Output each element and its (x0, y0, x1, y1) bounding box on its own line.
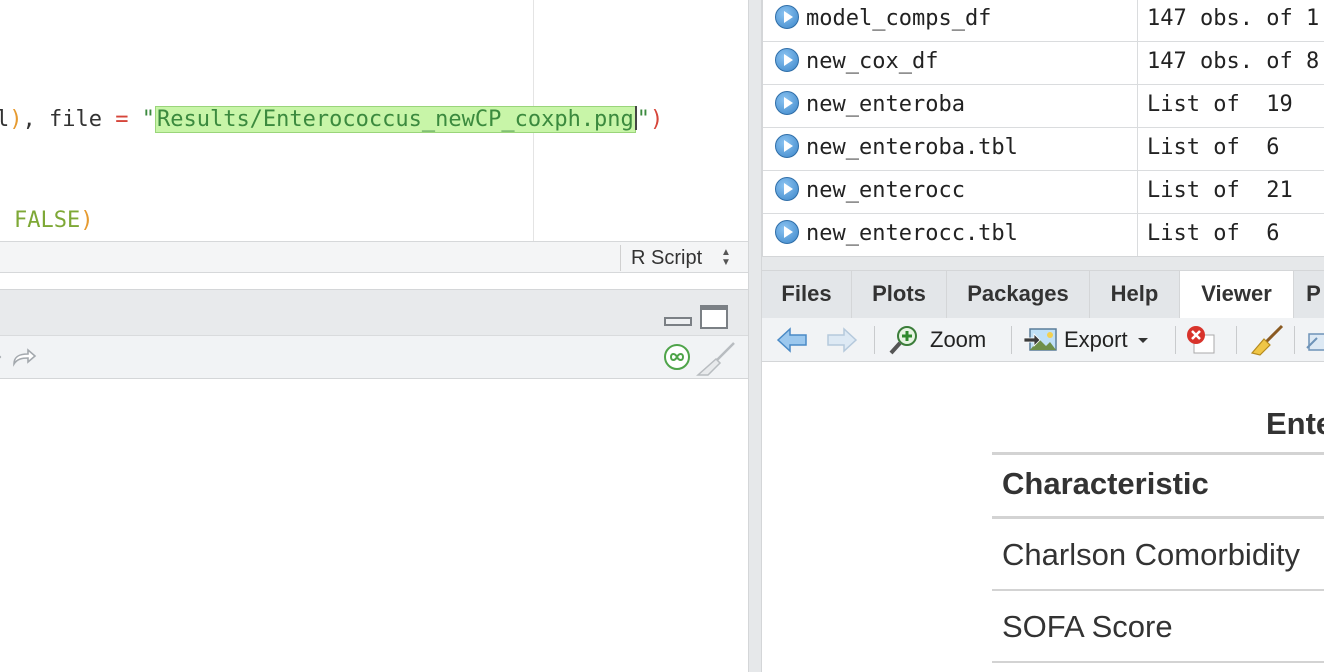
paren: ) (9, 107, 23, 132)
expand-play-icon[interactable] (775, 177, 799, 201)
keyword-false: FALSE (14, 208, 81, 233)
viewer-content[interactable]: Ente Characteristic Charlson Comorbidity… (763, 363, 1324, 672)
right-arrow-icon (827, 327, 858, 353)
quote-close: " (636, 107, 651, 132)
toolbar-separator (1294, 326, 1295, 354)
back-arrow-icon[interactable] (0, 346, 10, 368)
env-row[interactable]: new_enterocc List of 21 (763, 171, 1324, 214)
env-row[interactable]: model_comps_df 147 obs. of 1 (763, 0, 1324, 42)
env-variable-value: 147 obs. of 8 (1147, 49, 1320, 74)
pane-tab-bar: Files Plots Packages Help Viewer P (762, 270, 1324, 320)
env-variable-value: List of 6 (1147, 135, 1280, 160)
tab-packages[interactable]: Packages (947, 271, 1090, 319)
expand-play-icon[interactable] (775, 220, 799, 244)
source-editor[interactable]: l), file = "Results/Enterococcus_newCP_c… (0, 0, 748, 242)
expand-play-icon[interactable] (775, 134, 799, 158)
env-variable-value: List of 19 (1147, 92, 1293, 117)
left-arrow-icon (776, 327, 807, 353)
viewer-toolbar: Zoom Export (762, 318, 1324, 362)
export-label: Export (1064, 327, 1128, 352)
remove-x-icon (1187, 326, 1215, 354)
broom-icon (1250, 324, 1284, 356)
table-row-label: SOFA Score (1002, 609, 1173, 644)
code-token: l (0, 107, 10, 132)
environment-pane: model_comps_df 147 obs. of 1 new_cox_df … (762, 0, 1324, 257)
infinity-icon[interactable] (663, 343, 691, 371)
table-top-rule (992, 452, 1324, 455)
env-row[interactable]: new_enterocc.tbl List of 6 (763, 214, 1324, 257)
pane-splitter[interactable] (748, 0, 762, 672)
zoom-magnifier-icon (889, 326, 917, 355)
row-rule (992, 661, 1324, 663)
env-row[interactable]: new_enteroba List of 19 (763, 85, 1324, 128)
maximize-pane-icon[interactable] (700, 305, 728, 329)
column-header-characteristic: Characteristic (1002, 466, 1209, 501)
forward-redo-icon[interactable] (10, 346, 38, 370)
quote-open: " (141, 107, 155, 132)
table-title: Ente (1266, 406, 1324, 441)
back-button[interactable] (776, 318, 808, 362)
popout-button[interactable] (1305, 318, 1324, 362)
table-row-label: Charlson Comorbidity (1002, 537, 1301, 572)
status-separator (620, 245, 621, 271)
toolbar-separator (1175, 326, 1176, 354)
updown-arrows-icon[interactable]: ▲ ▼ (721, 248, 731, 268)
dropdown-caret-icon (1137, 338, 1148, 343)
env-row[interactable]: new_enteroba.tbl List of 6 (763, 128, 1324, 171)
console-toolbar (0, 335, 748, 379)
column-divider (1137, 85, 1138, 128)
column-divider (1137, 42, 1138, 85)
column-divider (1137, 171, 1138, 214)
minimize-pane-icon[interactable] (664, 317, 692, 326)
expand-play-icon[interactable] (775, 48, 799, 72)
export-button[interactable]: Export (1024, 318, 1150, 362)
tab-plots[interactable]: Plots (852, 271, 947, 319)
expand-play-icon[interactable] (775, 5, 799, 29)
env-variable-name: new_enterocc.tbl (806, 221, 1018, 246)
assign-operator: = (115, 107, 129, 132)
env-variable-name: new_cox_df (806, 49, 939, 74)
remove-current-button[interactable] (1186, 318, 1216, 362)
export-image-icon (1024, 328, 1057, 351)
env-variable-name: new_enteroba (806, 92, 965, 117)
tab-help[interactable]: Help (1090, 271, 1180, 319)
toolbar-separator (874, 326, 875, 354)
pane-separator[interactable] (762, 256, 1324, 270)
env-variable-value: 147 obs. of 1 (1147, 6, 1320, 31)
toolbar-separator (1011, 326, 1012, 354)
column-divider (1137, 128, 1138, 171)
zoom-button[interactable]: Zoom (888, 318, 986, 362)
code-line[interactable]: FALSE) (14, 208, 93, 233)
code-line[interactable]: l), file = "Results/Enterococcus_newCP_c… (0, 106, 664, 133)
string-literal-selected[interactable]: Results/Enterococcus_newCP_coxph.png (154, 106, 636, 133)
paren: ) (650, 107, 664, 132)
column-divider (1137, 214, 1138, 257)
tab-presentation[interactable]: P (1294, 271, 1324, 319)
code-token: , file (22, 107, 116, 132)
env-variable-value: List of 6 (1147, 221, 1280, 246)
env-variable-name: new_enterocc (806, 178, 965, 203)
clear-all-button[interactable] (1250, 318, 1284, 362)
forward-button[interactable] (826, 318, 858, 362)
env-variable-value: List of 21 (1147, 178, 1293, 203)
paren: ) (80, 208, 94, 233)
zoom-label: Zoom (930, 327, 987, 352)
toolbar-separator (1236, 326, 1237, 354)
row-rule (992, 589, 1324, 591)
env-row[interactable]: new_cox_df 147 obs. of 8 (763, 42, 1324, 85)
tab-viewer[interactable]: Viewer (1180, 271, 1294, 320)
env-variable-name: new_enteroba.tbl (806, 135, 1018, 160)
column-divider (1137, 0, 1138, 42)
console-header (0, 289, 748, 335)
file-type-selector[interactable]: R Script (631, 247, 702, 270)
tab-files[interactable]: Files (762, 271, 852, 319)
expand-play-icon[interactable] (775, 91, 799, 115)
header-rule (992, 516, 1324, 519)
editor-status-bar: R Script ▲ ▼ (0, 241, 748, 273)
popout-icon (1306, 333, 1324, 351)
env-variable-name: model_comps_df (806, 6, 992, 31)
console-output[interactable] (0, 380, 748, 672)
broom-icon[interactable] (696, 340, 738, 376)
